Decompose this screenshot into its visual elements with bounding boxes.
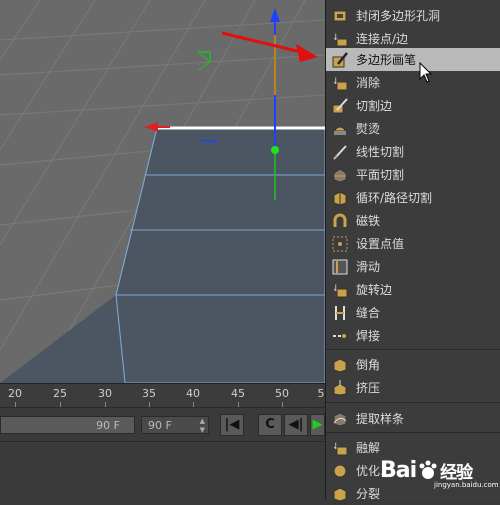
stitch-icon bbox=[331, 304, 349, 322]
menu-item-stitch[interactable]: 缝合 bbox=[326, 301, 500, 324]
go-to-start-icon: |◀ bbox=[224, 417, 240, 432]
menu-item-label: 切割边 bbox=[356, 99, 393, 113]
menu-separator bbox=[326, 432, 500, 433]
menu-item-label: 熨烫 bbox=[356, 122, 381, 136]
menu-item-label: 设置点值 bbox=[356, 237, 405, 251]
ruler-tick-label: 30 bbox=[98, 387, 112, 400]
set-point-value-icon bbox=[331, 235, 349, 253]
menu-item-dissolve[interactable]: ↓ 消除 bbox=[326, 71, 500, 94]
dissolve-icon: ↓ bbox=[331, 74, 349, 92]
menu-item-label: 线性切割 bbox=[356, 145, 405, 159]
menu-item-edge-cut[interactable]: 切割边 bbox=[326, 94, 500, 117]
mouse-cursor-icon bbox=[419, 62, 433, 83]
menu-item-label: 平面切割 bbox=[356, 168, 405, 182]
menu-item-connect-points-edges[interactable]: ↓ 连接点/边 bbox=[326, 27, 500, 50]
menu-separator bbox=[326, 402, 500, 403]
stepper-arrows-icon[interactable]: ▲ ▼ bbox=[200, 417, 205, 435]
menu-item-iron[interactable]: 熨烫 bbox=[326, 117, 500, 140]
edge-cut-icon bbox=[331, 97, 349, 115]
menu-item-weld[interactable]: 焊接 bbox=[326, 324, 500, 347]
menu-item-label: 提取样条 bbox=[356, 412, 405, 426]
go-to-start-button[interactable]: |◀ bbox=[220, 414, 244, 436]
ruler-tick-label: 50 bbox=[275, 387, 289, 400]
bevel-icon bbox=[331, 356, 349, 374]
magnet-icon bbox=[331, 212, 349, 230]
menu-item-polygon-pen[interactable]: 多边形画笔 bbox=[326, 48, 500, 71]
menu-item-plane-cut[interactable]: 平面切割 bbox=[326, 163, 500, 186]
close-polygon-hole-icon bbox=[331, 7, 349, 25]
extrude-icon bbox=[331, 379, 349, 397]
menu-item-close-polygon-hole[interactable]: 封闭多边形孔洞 bbox=[326, 4, 500, 27]
menu-item-extrude[interactable]: 挤压 bbox=[326, 376, 500, 399]
paw-icon bbox=[419, 460, 437, 479]
menu-item-label: 旋转边 bbox=[356, 283, 393, 297]
timeline-ruler[interactable]: 20 25 30 35 40 45 50 5 bbox=[0, 383, 325, 408]
menu-item-spin-edge[interactable]: ↓ 旋转边 bbox=[326, 278, 500, 301]
extract-spline-icon bbox=[331, 410, 349, 428]
menu-item-slide[interactable]: 滑动 bbox=[326, 255, 500, 278]
slide-icon bbox=[331, 258, 349, 276]
menu-item-set-point-value[interactable]: 设置点值 bbox=[326, 232, 500, 255]
bottom-panel bbox=[0, 441, 325, 501]
ruler-tick-label: 5 bbox=[317, 387, 325, 400]
spin-edge-icon: ↓ bbox=[331, 281, 349, 299]
melt-icon: ↓ bbox=[331, 439, 349, 457]
annotation-arrow bbox=[221, 31, 318, 62]
menu-item-label: 循环/路径切割 bbox=[356, 191, 433, 205]
menu-item-extract-spline[interactable]: 提取样条 bbox=[326, 407, 500, 430]
menu-item-label: 挤压 bbox=[356, 381, 381, 395]
menu-item-label: 滑动 bbox=[356, 260, 381, 274]
menu-item-label: 多边形画笔 bbox=[356, 53, 417, 67]
mesh-tools-menu: 封闭多边形孔洞 ↓ 连接点/边 多边形画笔 ↓ 消除 切割边 熨烫 线性切割 平… bbox=[325, 0, 500, 502]
play-button[interactable]: ▶ bbox=[310, 414, 325, 436]
previous-key-button[interactable]: ◀| bbox=[284, 414, 308, 436]
viewport-scene bbox=[0, 0, 325, 383]
loop-icon: C bbox=[265, 417, 275, 432]
menu-item-loop-path-cut[interactable]: 循环/路径切割 bbox=[326, 186, 500, 209]
menu-item-line-cut[interactable]: 线性切割 bbox=[326, 140, 500, 163]
menu-item-label: 融解 bbox=[356, 441, 381, 455]
ruler-tick-label: 35 bbox=[142, 387, 156, 400]
previous-key-icon: ◀| bbox=[288, 417, 304, 432]
watermark-text: Bai bbox=[380, 457, 417, 483]
frame-range-value: 90 F bbox=[96, 419, 120, 432]
end-frame-field[interactable]: 90 F ▲ ▼ bbox=[141, 416, 209, 434]
menu-item-bevel[interactable]: 倒角 bbox=[326, 353, 500, 376]
watermark-text-2: 经验 bbox=[440, 462, 473, 483]
loop-path-cut-icon bbox=[331, 189, 349, 207]
optimize-icon bbox=[331, 462, 349, 480]
menu-item-label: 封闭多边形孔洞 bbox=[356, 9, 441, 23]
loop-button[interactable]: C bbox=[258, 414, 282, 436]
end-frame-value: 90 F bbox=[148, 419, 172, 432]
frame-range-slider[interactable]: 90 F bbox=[0, 416, 135, 434]
menu-item-label: 磁铁 bbox=[356, 214, 381, 228]
plane-cut-icon bbox=[331, 166, 349, 184]
timeline-controls: 90 F 90 F ▲ ▼ |◀ C ◀| ▶ bbox=[0, 407, 325, 442]
watermark-logo: Bai 经验 jingyan.baidu.com bbox=[380, 450, 499, 490]
menu-item-label: 焊接 bbox=[356, 329, 381, 343]
polygon-pen-icon bbox=[331, 51, 349, 69]
ruler-tick-label: 45 bbox=[231, 387, 245, 400]
menu-separator bbox=[326, 349, 500, 350]
menu-item-label: 缝合 bbox=[356, 306, 381, 320]
menu-item-label: 分裂 bbox=[356, 487, 381, 501]
menu-item-label: 消除 bbox=[356, 76, 381, 90]
menu-item-label: 连接点/边 bbox=[356, 32, 409, 46]
play-icon: ▶ bbox=[312, 417, 323, 432]
menu-item-label: 倒角 bbox=[356, 358, 381, 372]
iron-icon bbox=[331, 120, 349, 138]
ruler-tick-label: 25 bbox=[53, 387, 67, 400]
connect-points-edges-icon: ↓ bbox=[331, 30, 349, 48]
menu-item-magnet[interactable]: 磁铁 bbox=[326, 209, 500, 232]
watermark-sub: jingyan.baidu.com bbox=[434, 481, 499, 489]
weld-icon bbox=[331, 327, 349, 345]
3d-viewport[interactable] bbox=[0, 0, 325, 383]
ruler-tick-label: 20 bbox=[8, 387, 22, 400]
line-cut-icon bbox=[331, 143, 349, 161]
ruler-tick-label: 40 bbox=[186, 387, 200, 400]
